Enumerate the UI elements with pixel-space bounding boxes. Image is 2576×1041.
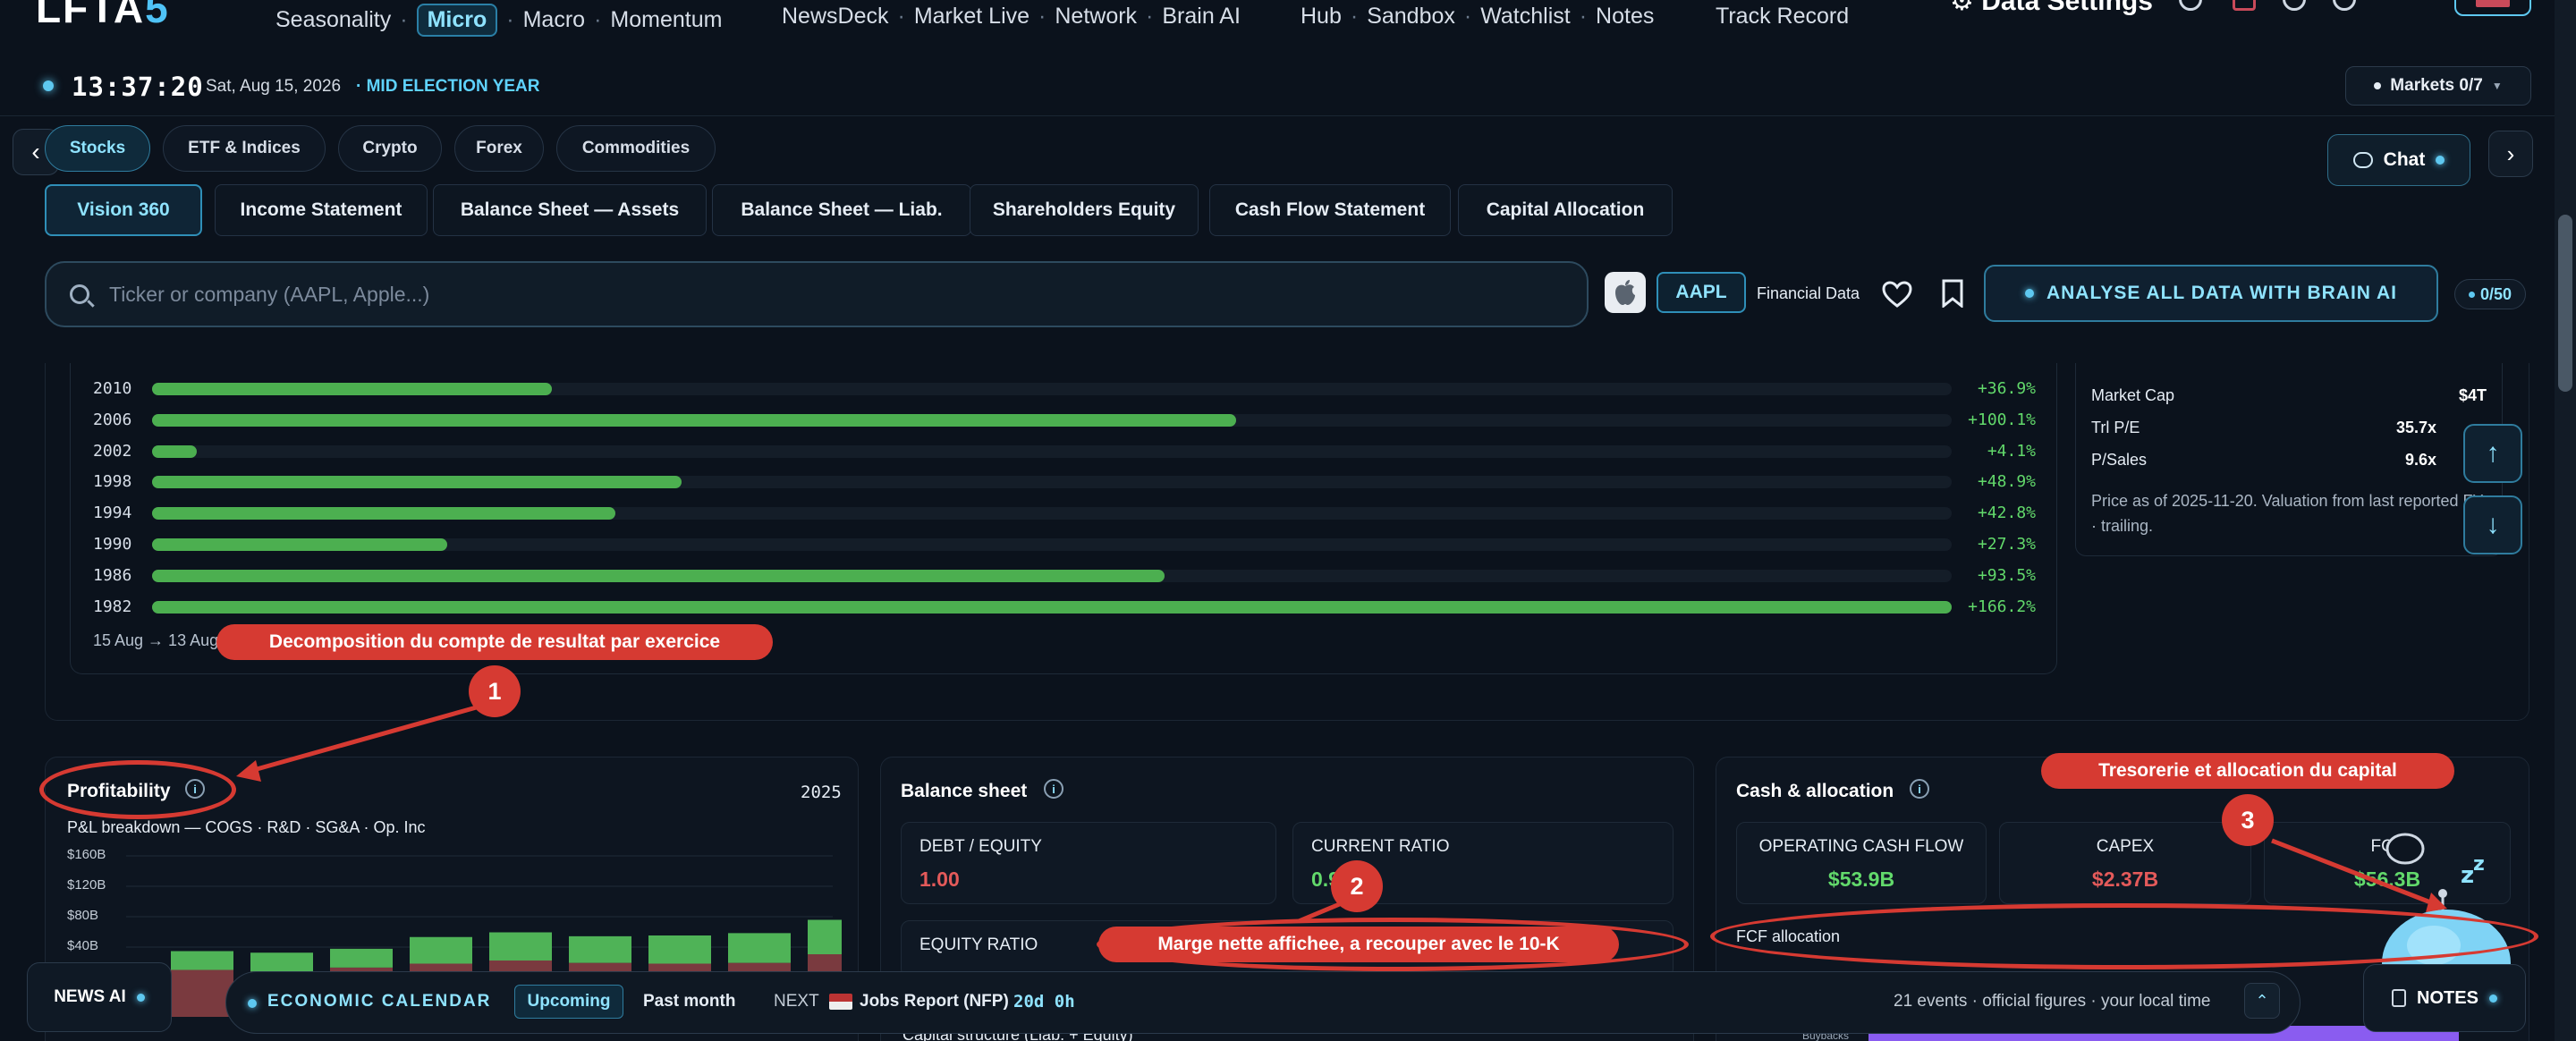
scrollbar-thumb[interactable] [2558, 215, 2572, 392]
annotation-3-label: Tresorerie et allocation du capital [2041, 753, 2454, 789]
page-scrollbar[interactable] [2555, 0, 2576, 1041]
annotation-3-number: 3 [2222, 794, 2274, 846]
annotation-2-number: 2 [1331, 860, 1383, 912]
annotation-3-ellipse [1710, 903, 2538, 969]
annotation-1-number: 1 [469, 665, 521, 717]
annotation-1-label: Decomposition du compte de resultat par … [216, 624, 773, 660]
annotation-arrows [236, 704, 2447, 924]
annotation-2-label: Marge nette affichee, a recouper avec le… [1098, 927, 1619, 962]
annotation-1-ellipse [39, 760, 236, 819]
